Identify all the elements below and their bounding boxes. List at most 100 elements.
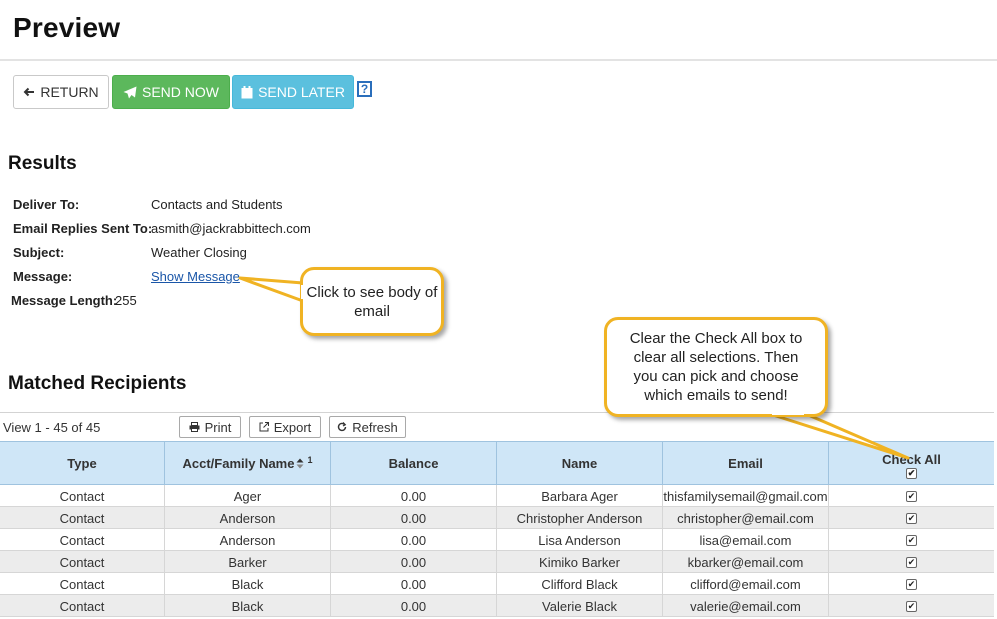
type-cell: Contact bbox=[0, 529, 165, 551]
email-cell: thisfamilysemail@gmail.com bbox=[663, 485, 829, 507]
row-select-checkbox[interactable]: ✔ bbox=[906, 512, 917, 524]
select-cell: ✔ bbox=[829, 551, 994, 573]
type-column-header[interactable]: Type bbox=[0, 442, 165, 484]
name-cell: Barbara Ager bbox=[497, 485, 663, 507]
message-length-label: Message Length: bbox=[11, 293, 118, 308]
subject-label: Subject: bbox=[13, 245, 65, 260]
email-column-header[interactable]: Email bbox=[663, 442, 829, 484]
send-now-button[interactable]: SEND NOW bbox=[112, 75, 230, 109]
message-length-value: 255 bbox=[115, 293, 137, 308]
callout-check-all: Clear the Check All box to clear all sel… bbox=[604, 317, 828, 417]
row-select-checkbox[interactable]: ✔ bbox=[906, 556, 917, 568]
paper-plane-icon bbox=[123, 86, 137, 98]
email-cell: lisa@email.com bbox=[663, 529, 829, 551]
table-row: Contact Barker 0.00 Kimiko Barker kbarker@em… bbox=[0, 551, 994, 573]
print-label: Print bbox=[204, 419, 232, 435]
select-cell: ✔ bbox=[829, 595, 994, 617]
row-select-checkbox[interactable]: ✔ bbox=[906, 534, 917, 546]
deliver-to-label: Deliver To: bbox=[13, 197, 80, 212]
deliver-to-value: Contacts and Students bbox=[151, 197, 283, 212]
message-label: Message: bbox=[13, 269, 73, 284]
balance-cell: 0.00 bbox=[331, 485, 497, 507]
table-row: Contact Black 0.00 Clifford Black clifford@e… bbox=[0, 573, 994, 595]
family-cell: Black bbox=[165, 595, 331, 617]
select-cell: ✔ bbox=[829, 573, 994, 595]
name-cell: Lisa Anderson bbox=[497, 529, 663, 551]
name-column-header[interactable]: Name bbox=[497, 442, 663, 484]
row-select-checkbox[interactable]: ✔ bbox=[906, 578, 917, 590]
type-cell: Contact bbox=[0, 507, 165, 529]
send-now-button-label: SEND NOW bbox=[142, 84, 219, 100]
table-row: Contact Anderson 0.00 Lisa Anderson lisa@ema… bbox=[0, 529, 994, 551]
page-title: Preview bbox=[13, 12, 121, 43]
page-header: Preview bbox=[0, 0, 997, 61]
select-cell: ✔ bbox=[829, 507, 994, 529]
select-cell: ✔ bbox=[829, 529, 994, 551]
balance-cell: 0.00 bbox=[331, 595, 497, 617]
table-row: Contact Black 0.00 Valerie Black valerie@ema… bbox=[0, 595, 994, 617]
family-cell: Anderson bbox=[165, 529, 331, 551]
subject-value: Weather Closing bbox=[151, 245, 247, 260]
calendar-icon bbox=[241, 85, 253, 98]
family-cell: Ager bbox=[165, 485, 331, 507]
arrow-left-icon bbox=[23, 87, 35, 97]
name-cell: Christopher Anderson bbox=[497, 507, 663, 529]
grid-toolbar: View 1 - 45 of 45 bbox=[0, 412, 994, 441]
refresh-label: Refresh bbox=[352, 419, 398, 435]
matched-recipients-heading: Matched Recipients bbox=[8, 373, 187, 394]
family-cell: Barker bbox=[165, 551, 331, 573]
show-message-link[interactable]: Show Message bbox=[151, 269, 240, 284]
print-button[interactable]: Print bbox=[179, 416, 241, 438]
results-heading: Results bbox=[8, 153, 77, 174]
type-cell: Contact bbox=[0, 551, 165, 573]
balance-column-header[interactable]: Balance bbox=[331, 442, 497, 484]
sort-icon bbox=[296, 458, 304, 468]
callout-show-message: Click to see body of email bbox=[300, 267, 444, 336]
external-link-icon bbox=[259, 422, 269, 432]
name-cell: Clifford Black bbox=[497, 573, 663, 595]
name-cell: Kimiko Barker bbox=[497, 551, 663, 573]
name-cell: Valerie Black bbox=[497, 595, 663, 617]
balance-cell: 0.00 bbox=[331, 551, 497, 573]
sort-index: 1 bbox=[307, 455, 313, 465]
help-icon[interactable]: ? bbox=[357, 81, 372, 97]
grid-header: Type Acct/Family Name 1 Balance Name Ema… bbox=[0, 441, 994, 485]
type-cell: Contact bbox=[0, 595, 165, 617]
family-column-header[interactable]: Acct/Family Name 1 bbox=[165, 442, 331, 484]
email-cell: christopher@email.com bbox=[663, 507, 829, 529]
balance-cell: 0.00 bbox=[331, 529, 497, 551]
row-select-checkbox[interactable]: ✔ bbox=[906, 490, 917, 502]
export-label: Export bbox=[273, 419, 312, 435]
name-column-label: Name bbox=[561, 455, 598, 471]
return-button[interactable]: RETURN bbox=[13, 75, 109, 109]
type-cell: Contact bbox=[0, 573, 165, 595]
refresh-button[interactable]: Refresh bbox=[329, 416, 406, 438]
select-cell: ✔ bbox=[829, 485, 994, 507]
table-row: Contact Ager 0.00 Barbara Ager thisfamilysem… bbox=[0, 485, 994, 507]
send-later-button[interactable]: SEND LATER bbox=[232, 75, 354, 109]
refresh-icon bbox=[338, 422, 347, 432]
email-cell: valerie@email.com bbox=[663, 595, 829, 617]
type-column-label: Type bbox=[67, 455, 97, 471]
check-all-checkbox[interactable]: ✔ bbox=[906, 467, 917, 479]
view-count: View 1 - 45 of 45 bbox=[3, 420, 101, 435]
balance-cell: 0.00 bbox=[331, 573, 497, 595]
family-column-label: Acct/Family Name bbox=[182, 455, 295, 471]
send-later-button-label: SEND LATER bbox=[258, 84, 345, 100]
email-cell: clifford@email.com bbox=[663, 573, 829, 595]
email-replies-label: Email Replies Sent To: bbox=[13, 221, 153, 236]
family-cell: Anderson bbox=[165, 507, 331, 529]
email-column-label: Email bbox=[728, 455, 763, 471]
balance-column-label: Balance bbox=[388, 455, 439, 471]
return-button-label: RETURN bbox=[40, 84, 99, 100]
printer-icon bbox=[189, 422, 200, 432]
callout-pointer-message bbox=[238, 276, 305, 303]
balance-cell: 0.00 bbox=[331, 507, 497, 529]
export-button[interactable]: Export bbox=[249, 416, 321, 438]
email-replies-value: asmith@jackrabbittech.com bbox=[151, 221, 311, 236]
row-select-checkbox[interactable]: ✔ bbox=[906, 600, 917, 612]
email-cell: kbarker@email.com bbox=[663, 551, 829, 573]
check-all-label: Check All bbox=[882, 451, 941, 467]
callout-show-message-text: Click to see body of email bbox=[306, 283, 438, 320]
family-cell: Black bbox=[165, 573, 331, 595]
